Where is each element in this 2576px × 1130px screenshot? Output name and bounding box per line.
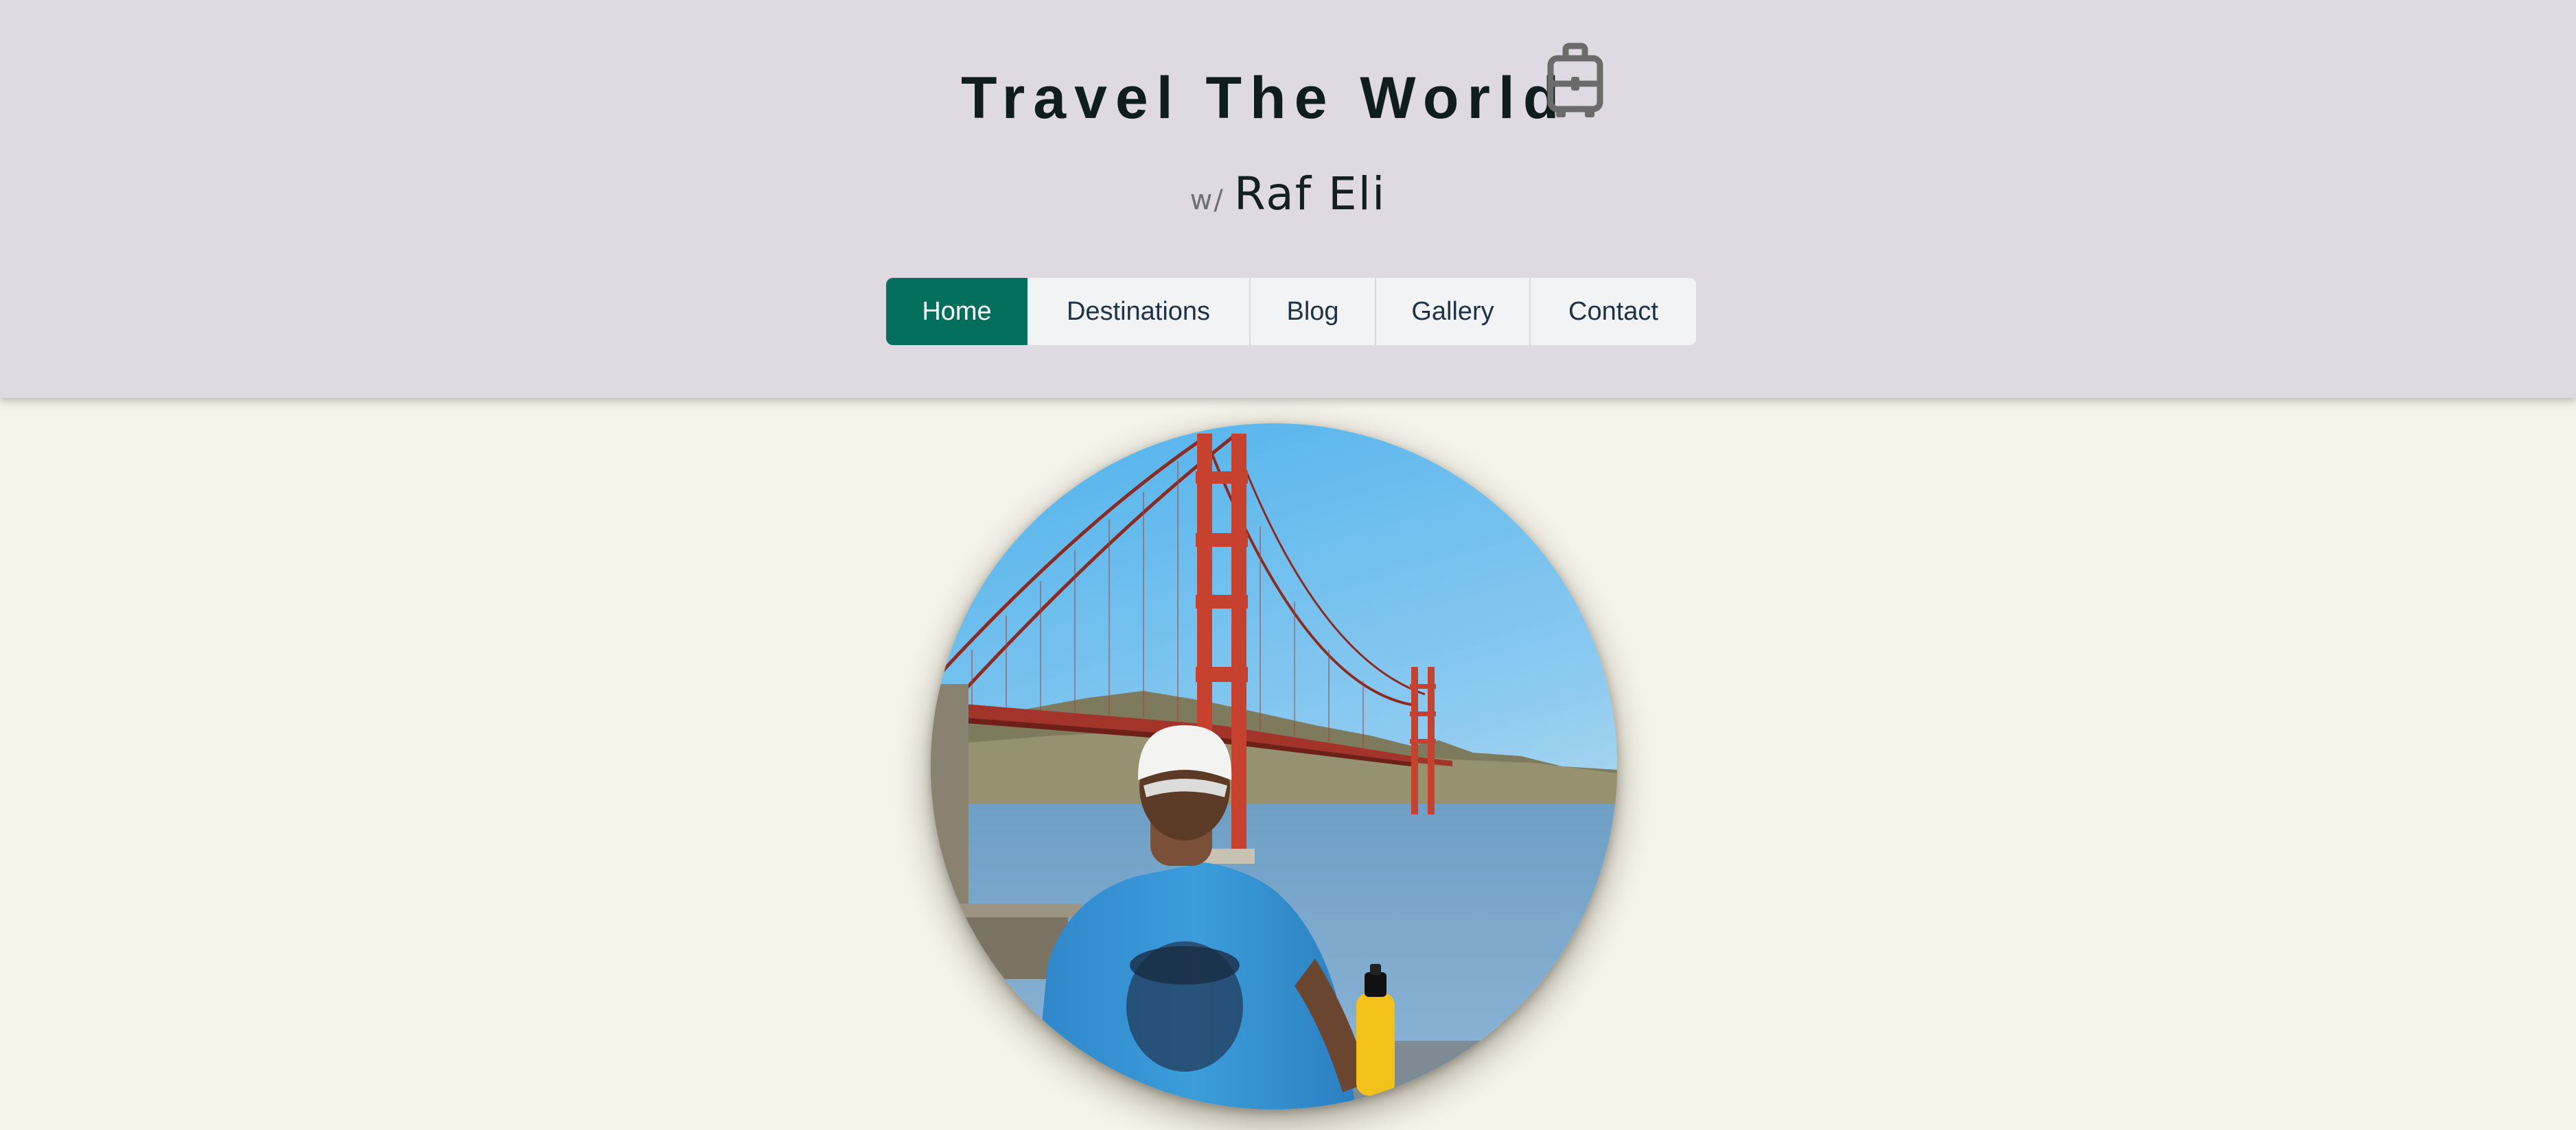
- with-prefix: w/: [1190, 185, 1225, 216]
- title-row: Travel The World: [0, 43, 2576, 132]
- site-title: Travel The World: [961, 65, 1568, 131]
- nav-item-gallery[interactable]: Gallery: [1376, 278, 1531, 345]
- nav-item-destinations[interactable]: Destinations: [1028, 278, 1251, 345]
- main-nav: Home Destinations Blog Gallery Contact: [886, 278, 1696, 345]
- golden-gate-photo: [931, 423, 1617, 1109]
- nav-item-blog[interactable]: Blog: [1251, 278, 1376, 345]
- luggage-icon: [1546, 43, 1604, 119]
- subtitle: w/Raf Eli: [0, 172, 2576, 217]
- author-name: Raf Eli: [1233, 167, 1386, 220]
- hero-photo: [931, 423, 1617, 1109]
- nav-item-home[interactable]: Home: [886, 278, 1028, 345]
- site-header: Travel The World w/Raf Eli Home Destinat…: [0, 0, 2576, 398]
- nav-item-contact[interactable]: Contact: [1531, 278, 1696, 345]
